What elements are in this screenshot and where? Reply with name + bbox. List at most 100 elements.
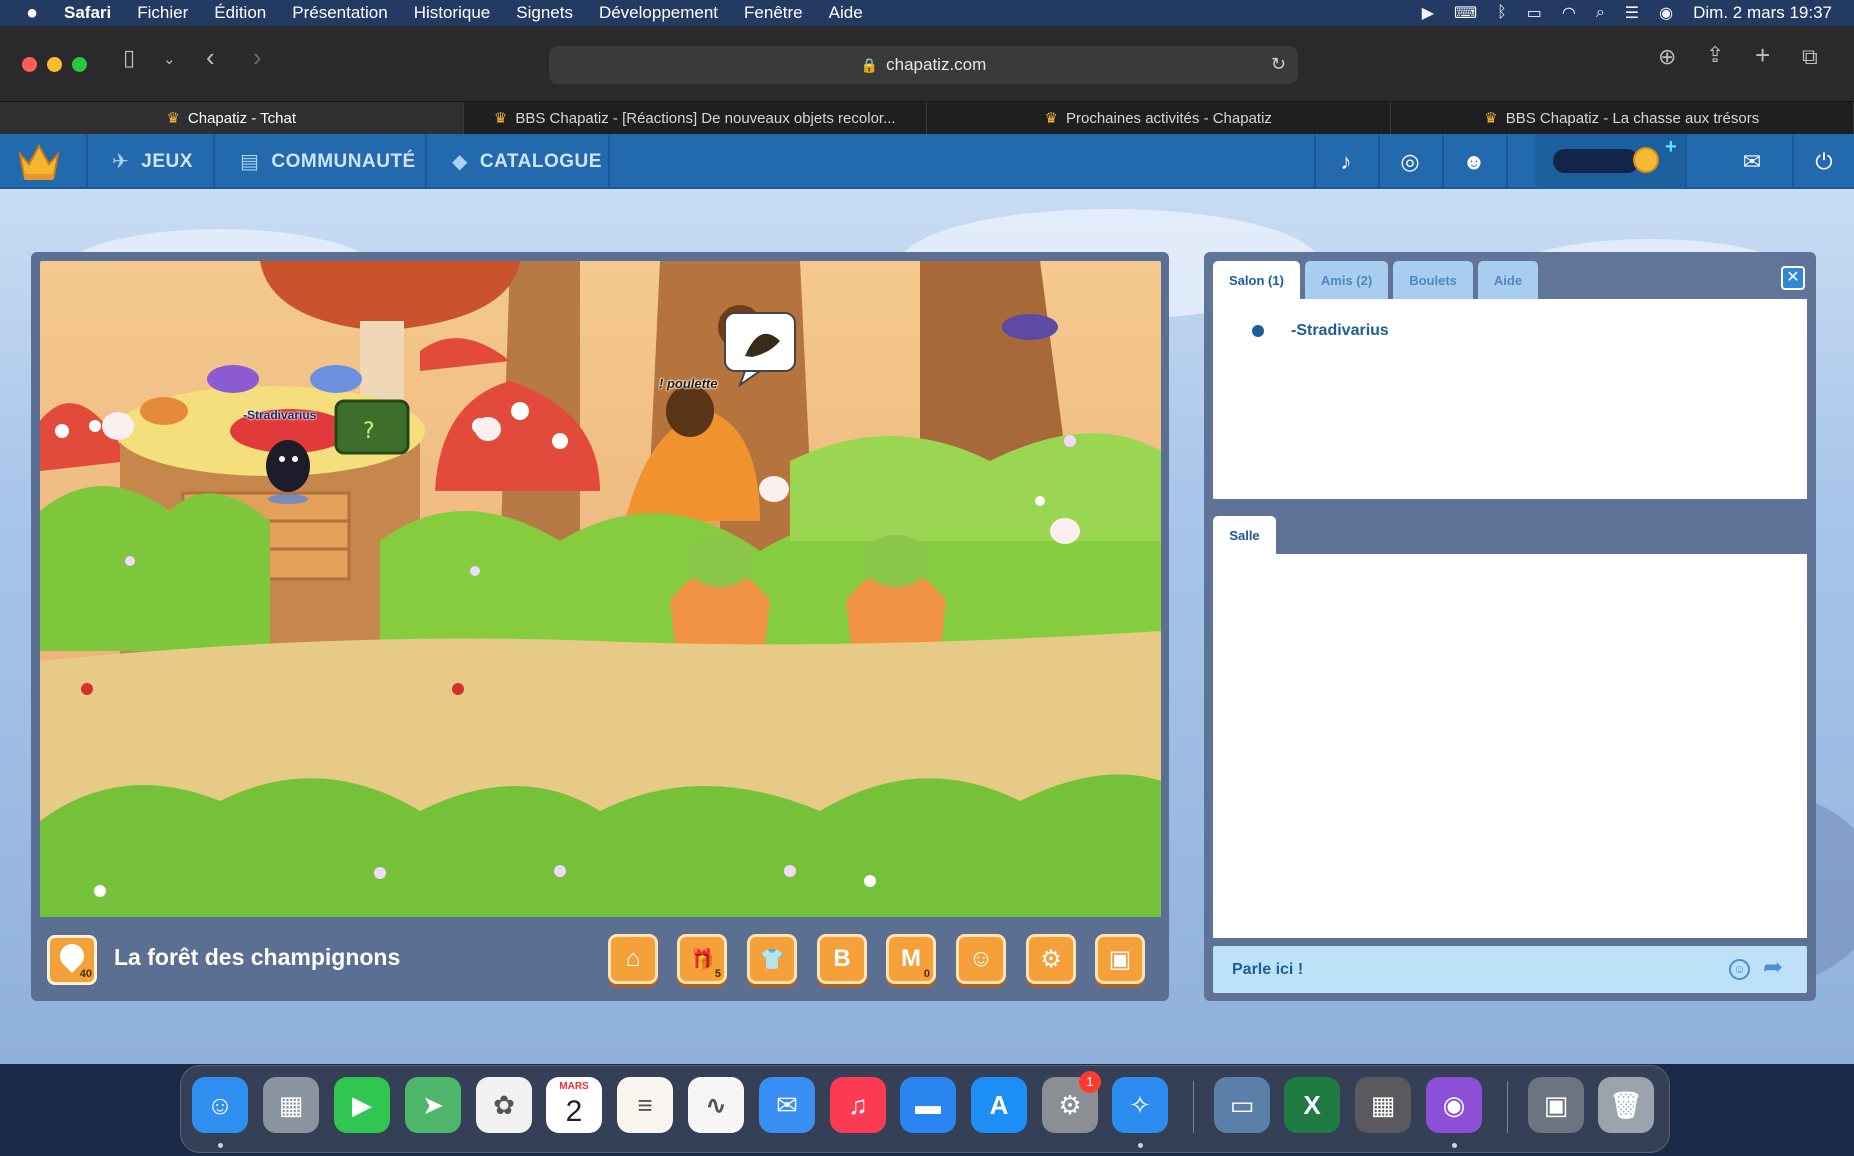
spotlight-search-icon[interactable]: ⌕ xyxy=(1596,4,1605,22)
close-window-button[interactable] xyxy=(22,57,37,72)
crown-favicon-icon: ♛ xyxy=(1044,110,1058,127)
menu-edition[interactable]: Édition xyxy=(214,3,266,23)
keyboard-icon[interactable]: ⌨ xyxy=(1454,3,1477,23)
messages-button[interactable]: M 0 xyxy=(886,934,936,984)
colorpicker-app[interactable]: ◉ xyxy=(1426,1077,1482,1133)
wifi-icon[interactable]: ◠ xyxy=(1562,3,1576,23)
nav-catalogue[interactable]: ◆ CATALOGUE xyxy=(452,134,602,189)
menubar-clock[interactable]: Dim. 2 mars 19:37 xyxy=(1693,3,1832,23)
photos-app[interactable]: ✿ xyxy=(476,1077,532,1133)
b-button[interactable]: B xyxy=(817,934,867,984)
battery-icon[interactable]: ▭ xyxy=(1527,3,1542,23)
calculator-app[interactable]: ▦ xyxy=(1355,1077,1411,1133)
close-chat-icon[interactable]: ✕ xyxy=(1781,266,1805,290)
level-badge-icon[interactable]: 40 xyxy=(47,935,97,985)
apple-menu-icon[interactable]: ● xyxy=(0,2,64,25)
camera-button[interactable]: ▣ xyxy=(1095,934,1145,984)
menu-fichier[interactable]: Fichier xyxy=(137,3,188,23)
menu-app-safari[interactable]: Safari xyxy=(64,3,111,23)
trash-app[interactable]: 🗑 xyxy=(1598,1077,1654,1133)
finder-app[interactable]: ☺ xyxy=(192,1077,248,1133)
preview-app[interactable]: ▭ xyxy=(1214,1077,1270,1133)
reload-icon[interactable]: ↻ xyxy=(1271,54,1286,75)
tab-overview-icon[interactable]: ⧉ xyxy=(1802,46,1818,68)
room-user-list: -Stradivarius xyxy=(1213,299,1807,499)
send-arrow-icon[interactable]: ➦ xyxy=(1763,955,1783,981)
tab-aide[interactable]: Aide xyxy=(1477,261,1539,299)
nav-jeux[interactable]: ✈ JEUX xyxy=(112,134,193,189)
launchpad-app[interactable]: ▦ xyxy=(263,1077,319,1133)
address-bar[interactable]: 🔒 chapatiz.com ↻ xyxy=(549,46,1298,84)
tab-boulets[interactable]: Boulets xyxy=(1393,261,1473,299)
share-icon[interactable]: ⇪ xyxy=(1706,44,1724,66)
appstore-app[interactable]: A xyxy=(971,1077,1027,1133)
new-tab-icon[interactable]: + xyxy=(1755,42,1770,68)
bluetooth-icon[interactable]: ᛒ xyxy=(1497,4,1507,22)
notes-app[interactable]: ≡ xyxy=(617,1077,673,1133)
discord-icon[interactable]: ☻ xyxy=(1444,134,1504,189)
tab-salle[interactable]: Salle xyxy=(1213,516,1276,554)
coins-counter xyxy=(1553,149,1639,173)
download-icon[interactable]: ⊕ xyxy=(1658,46,1676,68)
menu-signets[interactable]: Signets xyxy=(516,3,573,23)
forward-icon[interactable]: › xyxy=(253,44,262,70)
player-name-label[interactable]: -Stradivarius xyxy=(243,408,316,422)
maps-app[interactable]: ➤ xyxy=(405,1077,461,1133)
crown-favicon-icon: ♛ xyxy=(493,110,508,127)
tiktok-icon[interactable]: ♪ xyxy=(1316,134,1376,189)
mail-icon[interactable]: ✉ xyxy=(1722,134,1782,189)
browser-tab-chasse-tresors[interactable]: ♛ BBS Chapatiz - La chasse aux trésors xyxy=(1391,102,1854,134)
browser-tab-bbs-reactions[interactable]: ♛ BBS Chapatiz - [Réactions] De nouveaux… xyxy=(464,102,927,134)
calendar-app[interactable]: MARS 2 xyxy=(546,1077,602,1133)
chapatiz-logo-icon[interactable] xyxy=(16,142,62,182)
screenshot-app[interactable]: ▣ xyxy=(1528,1077,1584,1133)
tab-amis[interactable]: Amis (2) xyxy=(1304,261,1389,299)
hen-character[interactable] xyxy=(662,383,718,443)
keynote-app[interactable]: ▬ xyxy=(900,1077,956,1133)
mail-icon: ✉ xyxy=(776,1089,798,1120)
music-app[interactable]: ♫ xyxy=(830,1077,886,1133)
m-icon: M xyxy=(901,945,921,972)
game-scene[interactable]: ? -Stradivarius ! poulette xyxy=(40,261,1161,917)
friends-button[interactable]: ☺ xyxy=(956,934,1006,984)
back-icon[interactable]: ‹ xyxy=(206,44,215,70)
tab-salon[interactable]: Salon (1) xyxy=(1213,261,1300,299)
safari-app[interactable]: ✧ xyxy=(1112,1077,1168,1133)
menu-fenetre[interactable]: Fenêtre xyxy=(744,3,803,23)
user-list-item[interactable]: -Stradivarius xyxy=(1213,315,1807,347)
menu-historique[interactable]: Historique xyxy=(414,3,491,23)
fullscreen-window-button[interactable] xyxy=(72,57,87,72)
chat-message-input[interactable] xyxy=(1213,946,1807,993)
add-coins-icon[interactable]: + xyxy=(1665,136,1677,159)
excel-app[interactable]: X xyxy=(1284,1077,1340,1133)
siri-icon[interactable]: ◉ xyxy=(1659,3,1673,23)
browser-tab-prochaines-activites[interactable]: ♛ Prochaines activités - Chapatiz xyxy=(927,102,1391,134)
menu-presentation[interactable]: Présentation xyxy=(292,3,387,23)
mail-app[interactable]: ✉ xyxy=(759,1077,815,1133)
play-status-icon[interactable]: ▶ xyxy=(1422,3,1434,23)
sidebar-toggle-icon[interactable]: ▯ xyxy=(123,47,135,69)
treasure-chest[interactable] xyxy=(336,401,408,453)
crown-favicon-icon: ♛ xyxy=(1484,110,1498,127)
gifts-button[interactable]: 🎁 5 xyxy=(677,934,727,984)
settings-notification-badge: 1 xyxy=(1079,1071,1101,1093)
coins-balance[interactable]: + xyxy=(1535,134,1685,189)
home-button[interactable]: ⌂ xyxy=(608,934,658,984)
instagram-icon[interactable]: ◎ xyxy=(1380,134,1440,189)
settings-button[interactable]: ⚙ xyxy=(1026,934,1076,984)
power-icon[interactable]: ⏻ xyxy=(1794,134,1854,189)
control-center-icon[interactable]: ☰ xyxy=(1625,3,1639,23)
menu-aide[interactable]: Aide xyxy=(829,3,863,23)
facetime-app[interactable]: ▶ xyxy=(334,1077,390,1133)
minimize-window-button[interactable] xyxy=(47,57,62,72)
nav-communaute[interactable]: ▤ COMMUNAUTÉ xyxy=(240,134,416,189)
photos-icon: ✿ xyxy=(493,1089,515,1120)
emoji-icon[interactable]: ☺ xyxy=(1729,959,1750,980)
browser-tab-chapatiz-tchat[interactable]: ♛ Chapatiz - Tchat xyxy=(0,102,464,134)
camera-icon: ▣ xyxy=(1108,945,1132,973)
freeform-app[interactable]: ∿ xyxy=(688,1077,744,1133)
chevron-down-icon[interactable]: ⌄ xyxy=(163,49,176,71)
menu-developpement[interactable]: Développement xyxy=(599,3,718,23)
wardrobe-button[interactable]: 👕 xyxy=(747,934,797,984)
finder-icon: ☺ xyxy=(206,1089,234,1120)
